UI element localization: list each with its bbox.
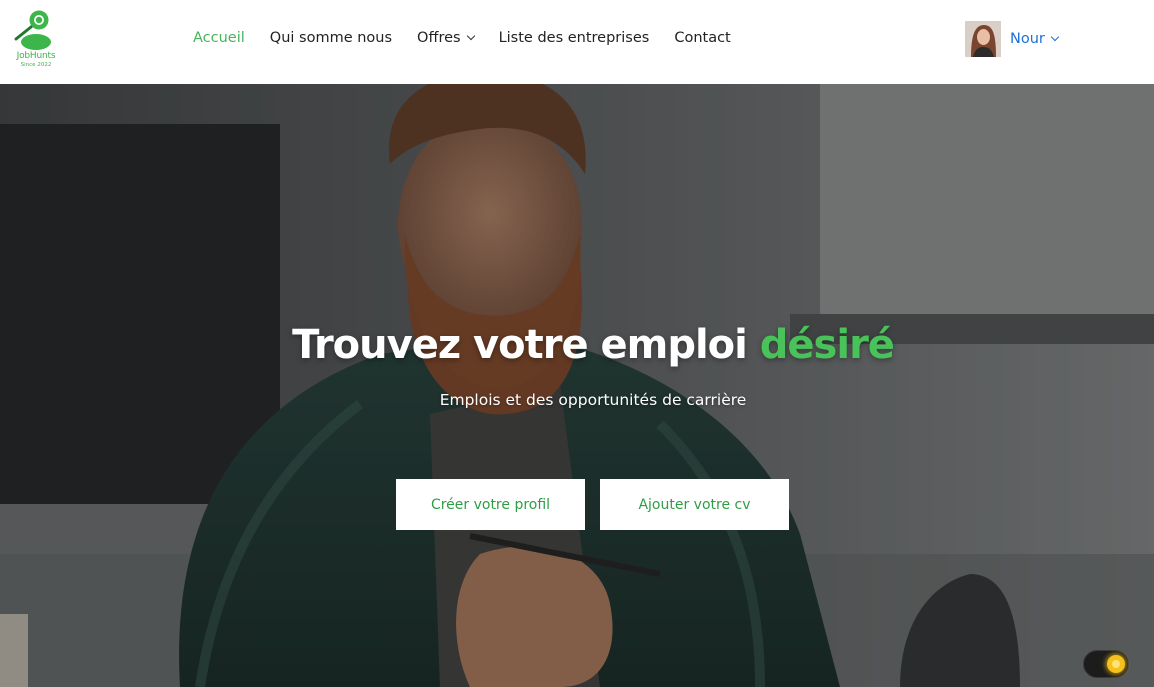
theme-toggle[interactable]	[1083, 650, 1129, 678]
nav-item-label: Qui somme nous	[269, 30, 393, 46]
hero-title-accent: désiré	[759, 322, 895, 368]
add-cv-button[interactable]: Ajouter votre cv	[600, 479, 789, 530]
hero-section: Trouvez votre emploi désiré Emplois et d…	[0, 84, 1154, 687]
chevron-down-icon	[466, 31, 475, 41]
main-nav: Accueil Qui somme nous Offres Liste des …	[193, 27, 756, 49]
hero-title: Trouvez votre emploi désiré	[0, 322, 1154, 368]
sun-icon	[1107, 655, 1125, 673]
search-person-icon	[14, 10, 51, 50]
nav-item-offres[interactable]: Offres	[417, 30, 475, 46]
user-menu[interactable]: Nour	[965, 21, 1060, 57]
brand-name: JobHunts	[16, 51, 56, 61]
chevron-down-icon	[1050, 32, 1060, 42]
nav-item-contact[interactable]: Contact	[674, 30, 730, 46]
create-profile-button[interactable]: Créer votre profil	[396, 479, 585, 530]
hero-title-main: Trouvez votre emploi	[292, 322, 760, 368]
nav-item-label: Offres	[417, 30, 461, 46]
nav-item-label: Liste des entreprises	[498, 30, 650, 46]
brand-tagline: Since 2022	[20, 62, 52, 68]
nav-item-label: Contact	[674, 30, 731, 46]
nav-item-qui-somme-nous[interactable]: Qui somme nous	[270, 30, 392, 46]
nav-item-accueil[interactable]: Accueil	[193, 30, 245, 46]
nav-item-liste-des-entreprises[interactable]: Liste des entreprises	[499, 30, 650, 46]
brand-logo[interactable]: JobHunts Since 2022	[10, 8, 62, 72]
avatar	[965, 21, 1001, 57]
hero-background-image	[0, 84, 1154, 687]
hero-subtitle: Emplois et des opportunités de carrière	[439, 391, 747, 409]
navbar: JobHunts Since 2022 Accueil Qui somme no…	[0, 0, 1154, 84]
nav-item-label: Accueil	[193, 30, 245, 46]
user-name: Nour	[1010, 31, 1045, 47]
